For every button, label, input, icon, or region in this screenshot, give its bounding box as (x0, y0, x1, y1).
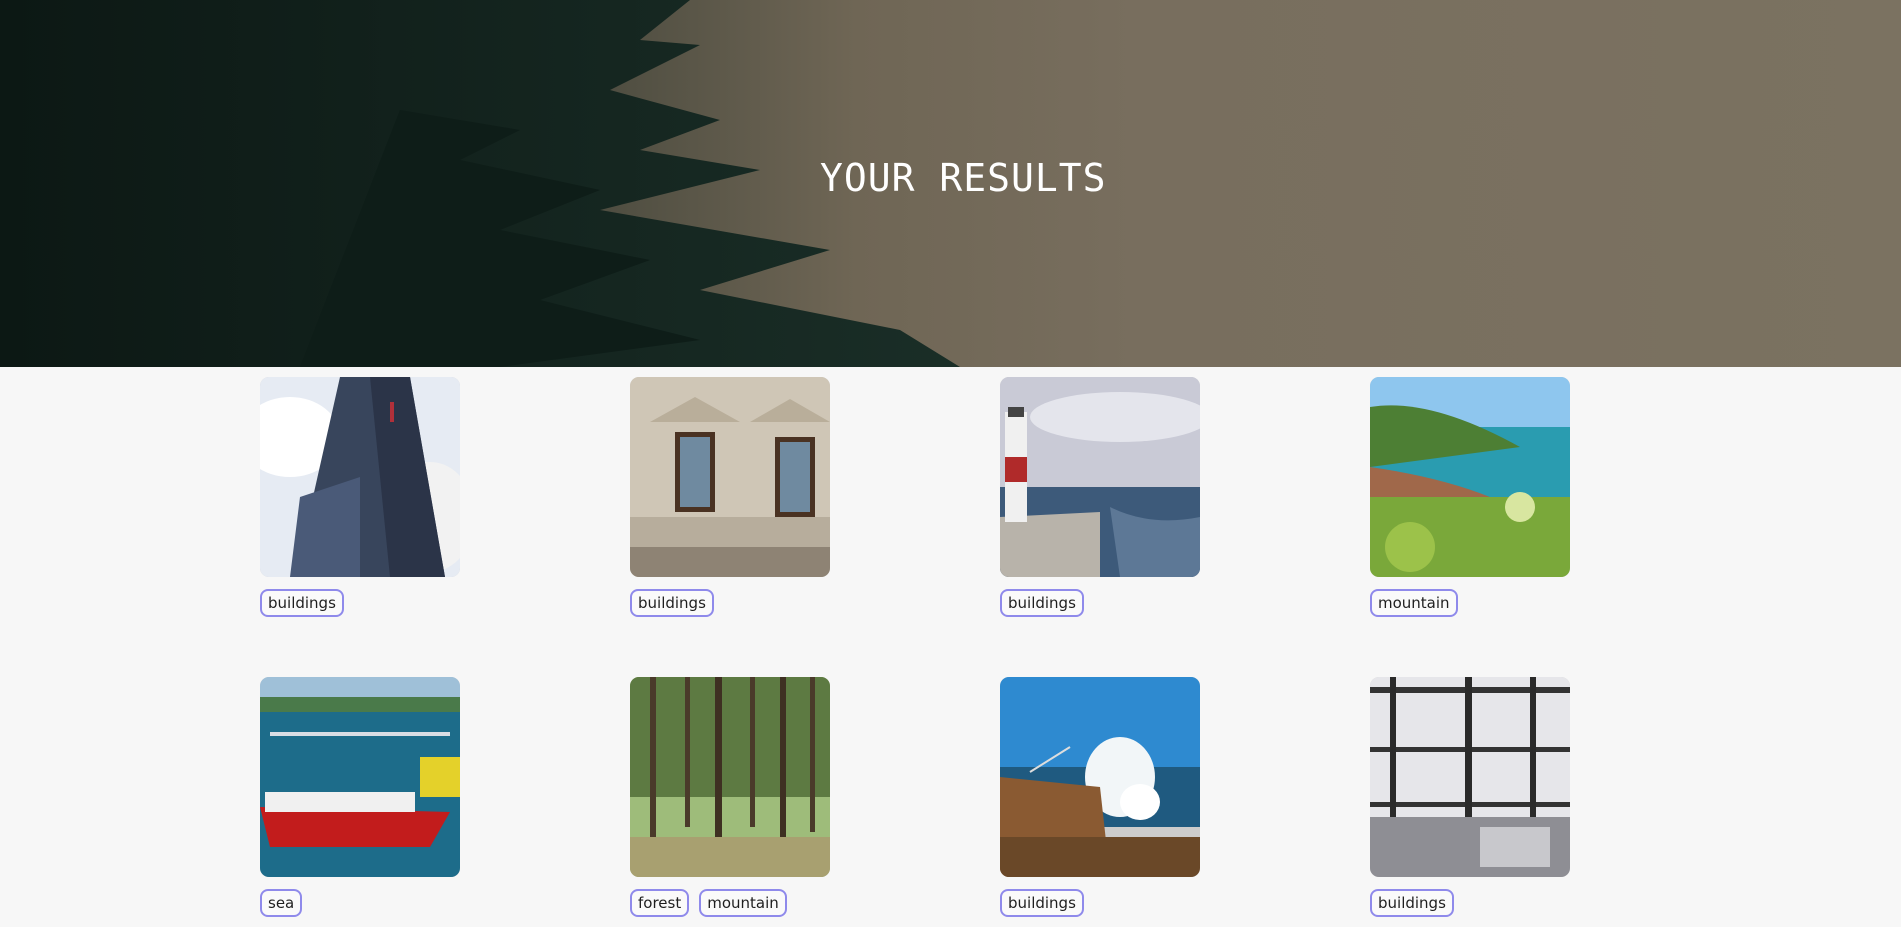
page-title: YOUR RESULTS (820, 156, 1107, 200)
tag-chip[interactable]: buildings (1000, 589, 1084, 617)
harbor-boat-photo[interactable] (260, 677, 460, 877)
result-card: buildings (1000, 377, 1200, 617)
tag-chip[interactable]: sea (260, 889, 303, 917)
building-facade-photo[interactable] (630, 377, 830, 577)
hero-banner: YOUR RESULTS (0, 0, 1901, 367)
result-card: buildings (1370, 677, 1570, 917)
coastal-cove-photo[interactable] (1370, 377, 1570, 577)
pine-forest-photo[interactable] (630, 677, 830, 877)
tag-chip[interactable]: mountain (699, 889, 787, 917)
tag-chip[interactable]: mountain (1370, 589, 1458, 617)
crashing-wave-photo[interactable] (1000, 677, 1200, 877)
result-card: buildings (630, 377, 830, 617)
tag-chip[interactable]: buildings (630, 589, 714, 617)
skyscraper-photo[interactable] (260, 377, 460, 577)
steel-frame-construction-photo[interactable] (1370, 677, 1570, 877)
result-card: buildings (1000, 677, 1200, 917)
result-card: mountain (1370, 377, 1570, 617)
results-grid: buildings buildings buildings mountain s… (0, 367, 1901, 927)
tag-chip[interactable]: buildings (1370, 889, 1454, 917)
tag-chip[interactable]: buildings (1000, 889, 1084, 917)
result-card: buildings (260, 377, 460, 617)
result-card: sea (260, 677, 460, 917)
result-card: forest mountain (630, 677, 830, 917)
tag-chip[interactable]: buildings (260, 589, 344, 617)
lighthouse-photo[interactable] (1000, 377, 1200, 577)
tag-chip[interactable]: forest (630, 889, 690, 917)
